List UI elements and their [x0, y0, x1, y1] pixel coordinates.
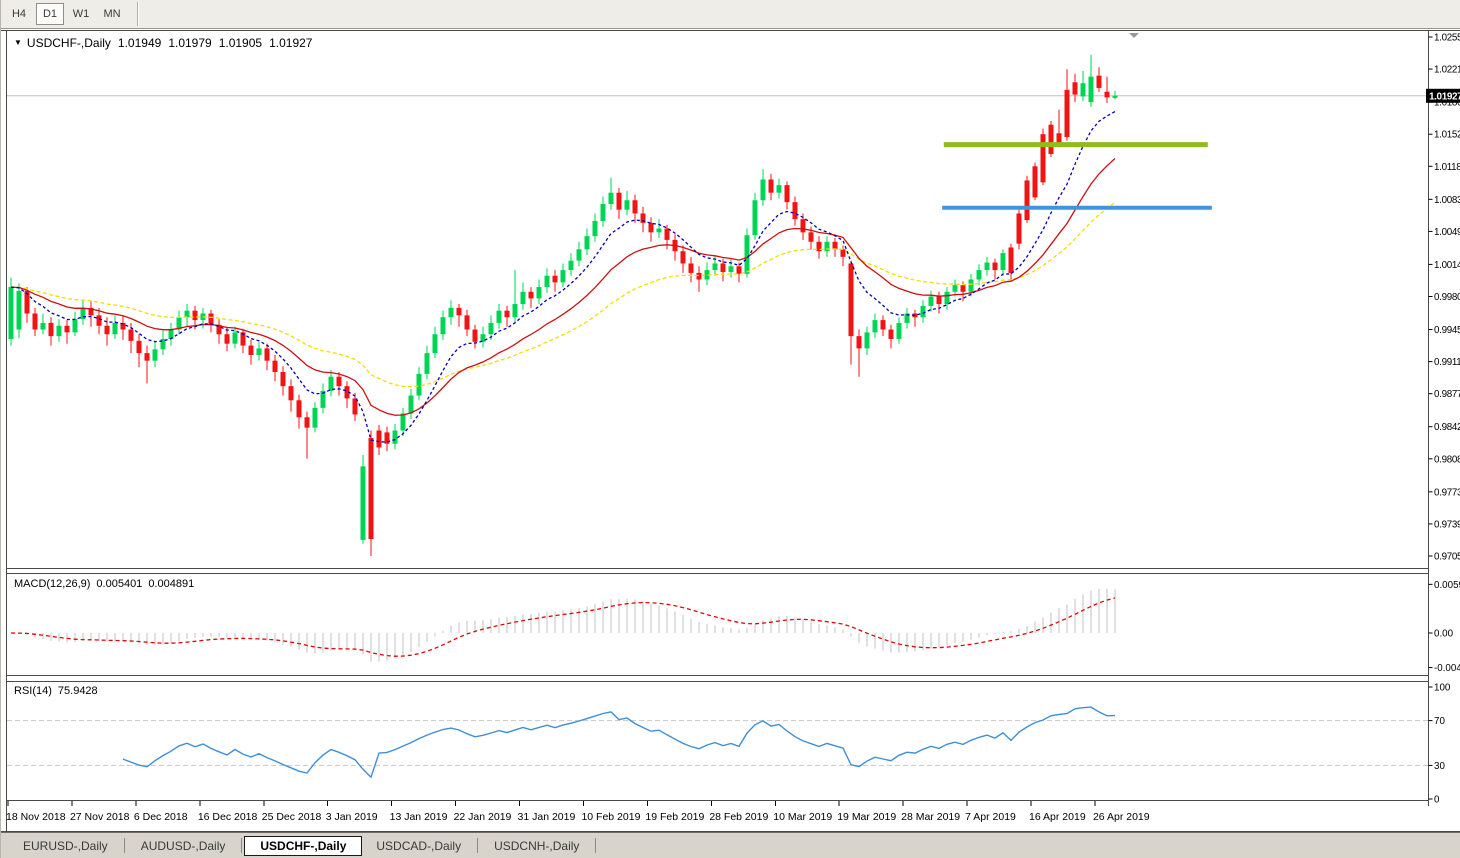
- svg-text:0.00: 0.00: [1434, 629, 1454, 640]
- svg-text:19 Feb 2019: 19 Feb 2019: [645, 811, 704, 823]
- svg-text:70: 70: [1434, 716, 1445, 727]
- svg-text:0.99800: 0.99800: [1434, 292, 1460, 303]
- svg-text:18 Nov 2018: 18 Nov 2018: [6, 811, 66, 823]
- svg-text:1.02550: 1.02550: [1434, 33, 1460, 44]
- open-value: 1.01949: [118, 36, 161, 50]
- application-window: H4 D1 W1 MN 1.025501.022101.018601.01520…: [0, 0, 1460, 858]
- svg-text:0.00597: 0.00597: [1434, 580, 1460, 591]
- macd-signal-value: 0.004891: [148, 578, 194, 590]
- svg-text:1.00490: 1.00490: [1434, 227, 1460, 238]
- rsi-value: 75.9428: [58, 685, 98, 697]
- timeframe-button-h4[interactable]: H4: [5, 3, 33, 25]
- svg-text:0.97390: 0.97390: [1434, 519, 1460, 530]
- svg-text:-0.00424: -0.00424: [1434, 663, 1460, 674]
- svg-text:1.01927: 1.01927: [1429, 91, 1460, 102]
- tab-eurusd[interactable]: EURUSD-,Daily: [9, 836, 122, 856]
- svg-text:28 Mar 2019: 28 Mar 2019: [901, 811, 960, 823]
- svg-text:28 Feb 2019: 28 Feb 2019: [709, 811, 768, 823]
- svg-text:31 Jan 2019: 31 Jan 2019: [518, 811, 576, 823]
- chart-window[interactable]: 1.025501.022101.018601.015201.011801.008…: [1, 29, 1460, 832]
- svg-text:13 Jan 2019: 13 Jan 2019: [390, 811, 448, 823]
- svg-text:100: 100: [1434, 683, 1451, 694]
- tab-separator: [241, 838, 242, 853]
- macd-name: MACD(12,26,9): [14, 578, 90, 590]
- tab-separator: [595, 838, 596, 853]
- macd-histogram: [11, 589, 1115, 662]
- svg-text:7 Apr 2019: 7 Apr 2019: [965, 811, 1016, 823]
- svg-text:19 Mar 2019: 19 Mar 2019: [837, 811, 896, 823]
- toolbar-separator: [137, 2, 139, 26]
- timeframe-button-d1[interactable]: D1: [36, 3, 64, 25]
- tab-usdchf[interactable]: USDCHF-,Daily: [244, 836, 362, 856]
- rsi-line: [123, 707, 1115, 777]
- svg-text:0.98080: 0.98080: [1434, 454, 1460, 465]
- candles-layer: [9, 55, 1118, 556]
- svg-text:10 Mar 2019: 10 Mar 2019: [773, 811, 832, 823]
- svg-text:27 Nov 2018: 27 Nov 2018: [70, 811, 130, 823]
- svg-text:10 Feb 2019: 10 Feb 2019: [581, 811, 640, 823]
- low-value: 1.01905: [219, 36, 262, 50]
- svg-text:16 Dec 2018: 16 Dec 2018: [198, 811, 258, 823]
- svg-text:1.00830: 1.00830: [1434, 195, 1460, 206]
- rsi-indicator-label: RSI(14) 75.9428: [14, 685, 98, 697]
- svg-text:16 Apr 2019: 16 Apr 2019: [1029, 811, 1086, 823]
- svg-text:0.97730: 0.97730: [1434, 487, 1460, 498]
- svg-text:1.02210: 1.02210: [1434, 65, 1460, 76]
- svg-text:1.00140: 1.00140: [1434, 260, 1460, 271]
- chart-plot-area[interactable]: 1.025501.022101.018601.015201.011801.008…: [1, 29, 1460, 832]
- svg-text:3 Jan 2019: 3 Jan 2019: [326, 811, 378, 823]
- svg-text:30: 30: [1434, 761, 1445, 772]
- timeframe-button-mn[interactable]: MN: [98, 3, 126, 25]
- price-axis: [1429, 37, 1433, 556]
- tab-separator: [477, 838, 478, 853]
- svg-text:26 Apr 2019: 26 Apr 2019: [1093, 811, 1150, 823]
- svg-text:6 Dec 2018: 6 Dec 2018: [134, 811, 188, 823]
- svg-text:1.01520: 1.01520: [1434, 130, 1460, 141]
- macd-indicator-label: MACD(12,26,9) 0.005401 0.004891: [14, 578, 194, 590]
- tab-usdcad[interactable]: USDCAD-,Daily: [362, 836, 475, 856]
- svg-text:0: 0: [1434, 795, 1440, 806]
- tab-usdcnh[interactable]: USDCNH-,Daily: [480, 836, 593, 856]
- high-value: 1.01979: [168, 36, 211, 50]
- svg-text:0.99450: 0.99450: [1434, 325, 1460, 336]
- symbol-label: USDCHF-,Daily: [27, 36, 111, 50]
- date-axis: [8, 801, 1095, 806]
- chart-title: ▼ USDCHF-,Daily 1.01949 1.01979 1.01905 1.019…: [14, 36, 312, 50]
- chart-collapse-icon[interactable]: ▼: [14, 38, 22, 47]
- tab-separator: [124, 838, 125, 853]
- svg-text:0.98420: 0.98420: [1434, 422, 1460, 433]
- svg-text:22 Jan 2019: 22 Jan 2019: [454, 811, 512, 823]
- timeframe-button-w1[interactable]: W1: [67, 3, 95, 25]
- timeframe-toolbar: H4 D1 W1 MN: [1, 0, 1460, 29]
- symbol-tab-bar: EURUSD-,Daily AUDUSD-,Daily USDCHF-,Dail…: [1, 832, 1460, 858]
- tab-audusd[interactable]: AUDUSD-,Daily: [127, 836, 240, 856]
- macd-main-value: 0.005401: [96, 578, 142, 590]
- close-value: 1.01927: [269, 36, 312, 50]
- svg-text:25 Dec 2018: 25 Dec 2018: [262, 811, 322, 823]
- svg-text:1.01180: 1.01180: [1434, 162, 1460, 173]
- svg-text:0.97050: 0.97050: [1434, 552, 1460, 563]
- chart-shift-marker-icon[interactable]: [1129, 33, 1139, 38]
- panel-borders: [1, 31, 1460, 832]
- rsi-name: RSI(14): [14, 685, 52, 697]
- svg-text:0.99110: 0.99110: [1434, 357, 1460, 368]
- svg-text:0.98770: 0.98770: [1434, 389, 1460, 400]
